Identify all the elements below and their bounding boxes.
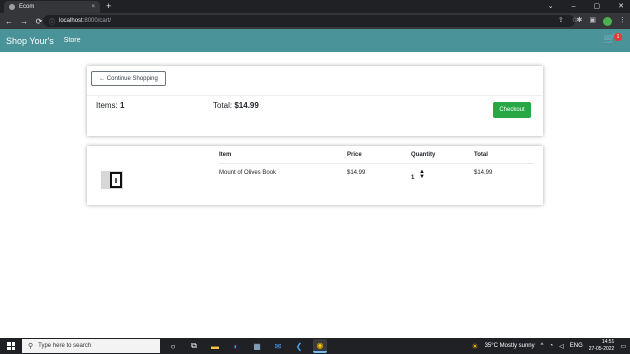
- site-navbar: Shop Your's Store 🛒 1: [0, 29, 630, 52]
- share-icon[interactable]: ⇪: [558, 15, 564, 27]
- maximize-button[interactable]: ▢: [594, 0, 601, 13]
- items-count-label: Items: 1: [96, 101, 124, 110]
- browser-tab-bar: Ecom × + ⌄ – ▢ ✕: [0, 0, 630, 13]
- total-text: Total:: [213, 101, 233, 110]
- product-name: Mount of Olives Book: [219, 170, 277, 176]
- address-bar[interactable]: ⓘ localhost:8000/cart/: [43, 15, 575, 27]
- cortana-icon[interactable]: ○: [166, 339, 180, 353]
- menu-icon[interactable]: ⋮: [619, 15, 626, 27]
- window-controls: ⌄ – ▢ ✕: [548, 0, 624, 13]
- mail-icon[interactable]: ✉: [271, 339, 285, 353]
- product-price: $14.99: [347, 170, 366, 176]
- tab-title: Ecom: [19, 4, 35, 10]
- minimize-button[interactable]: –: [572, 0, 576, 13]
- product-quantity: 1: [411, 175, 415, 181]
- store-app-icon[interactable]: ▦: [250, 339, 264, 353]
- header-price: Price: [347, 152, 362, 158]
- toolbar-right: ✱ ▣ ⋮: [577, 15, 626, 27]
- start-button[interactable]: [0, 338, 22, 354]
- edge-icon[interactable]: ◐: [229, 339, 243, 353]
- clock-time: 14:51: [601, 339, 615, 345]
- brand-logo[interactable]: Shop Your's: [6, 36, 54, 46]
- summary-divider: [87, 95, 543, 96]
- book-image: [110, 172, 122, 188]
- new-tab-button[interactable]: +: [106, 1, 111, 12]
- language-indicator[interactable]: ENG: [570, 343, 583, 349]
- chrome-icon[interactable]: ◉: [313, 339, 327, 353]
- task-view-icon[interactable]: ⧉: [187, 339, 201, 353]
- header-item: Item: [219, 152, 232, 158]
- taskbar-apps: ○ ⧉ ▬ ◐ ▦ ✉ ❮ ◉: [166, 338, 327, 354]
- profile-icon[interactable]: [603, 16, 612, 26]
- browser-toolbar: ← → ⟳ ⓘ localhost:8000/cart/ ⇪ ☆ ✱ ▣ ⋮: [0, 13, 630, 29]
- close-window-button[interactable]: ✕: [618, 0, 624, 13]
- sidebar-icon[interactable]: ▣: [589, 15, 596, 27]
- url-host: localhost: [59, 18, 83, 24]
- back-button[interactable]: ←: [3, 17, 15, 26]
- items-count: 1: [120, 101, 125, 110]
- total-label: Total: $14.99: [213, 101, 259, 110]
- header-total: Total: [474, 152, 488, 158]
- tab-search-icon[interactable]: ⌄: [548, 0, 554, 13]
- tab-close-icon[interactable]: ×: [91, 4, 95, 10]
- checkout-button[interactable]: Checkout: [493, 102, 531, 118]
- store-link[interactable]: Store: [64, 37, 81, 44]
- quantity-down-icon[interactable]: ▼: [418, 174, 426, 180]
- windows-taskbar: ⚲ Type here to search ○ ⧉ ▬ ◐ ▦ ✉ ❮ ◉ ☀ …: [0, 338, 630, 354]
- info-icon[interactable]: ⓘ: [49, 17, 55, 26]
- cart-count-badge: 1: [614, 33, 622, 41]
- header-divider: [219, 163, 534, 164]
- address-bar-icons: ⇪ ☆: [558, 15, 578, 27]
- browser-tab[interactable]: Ecom ×: [4, 1, 100, 13]
- taskbar-search[interactable]: ⚲ Type here to search: [22, 339, 160, 353]
- items-label: Items:: [96, 101, 118, 110]
- clock-date: 27-05-2022: [588, 346, 615, 352]
- continue-shopping-button[interactable]: ← Continue Shopping: [91, 71, 166, 86]
- favicon-icon: [9, 4, 15, 10]
- total-value: $14.99: [234, 101, 259, 110]
- file-explorer-icon[interactable]: ▬: [208, 339, 222, 353]
- quantity-stepper: ▲ ▼: [418, 169, 426, 180]
- search-placeholder: Type here to search: [38, 343, 92, 349]
- windows-icon: [7, 342, 15, 350]
- volume-icon[interactable]: ◁: [559, 343, 564, 350]
- header-quantity: Quantity: [411, 152, 436, 158]
- tray-chevron-icon[interactable]: ^: [541, 343, 544, 349]
- extensions-icon[interactable]: ✱: [577, 15, 583, 27]
- vscode-icon[interactable]: ❮: [292, 339, 306, 353]
- notifications-icon[interactable]: ▭: [620, 343, 626, 350]
- clock[interactable]: 14:51 27-05-2022: [589, 339, 615, 353]
- forward-button[interactable]: →: [18, 17, 30, 26]
- search-icon: ⚲: [28, 343, 34, 350]
- product-total: $14.99: [474, 170, 493, 176]
- network-icon[interactable]: ◔: [549, 343, 553, 349]
- system-tray: ☀ 35°C Mostly sunny ^ ◔ ◁ ENG 14:51 27-0…: [471, 338, 626, 354]
- weather-text[interactable]: 35°C Mostly sunny: [485, 343, 535, 349]
- weather-icon: ☀: [471, 341, 479, 351]
- cart-items-card: Item Price Quantity Total Mount of Olive…: [87, 146, 543, 205]
- cart-summary-card: ← Continue Shopping Items: 1 Total: $14.…: [87, 66, 543, 136]
- url-path: :8000/cart/: [82, 18, 112, 24]
